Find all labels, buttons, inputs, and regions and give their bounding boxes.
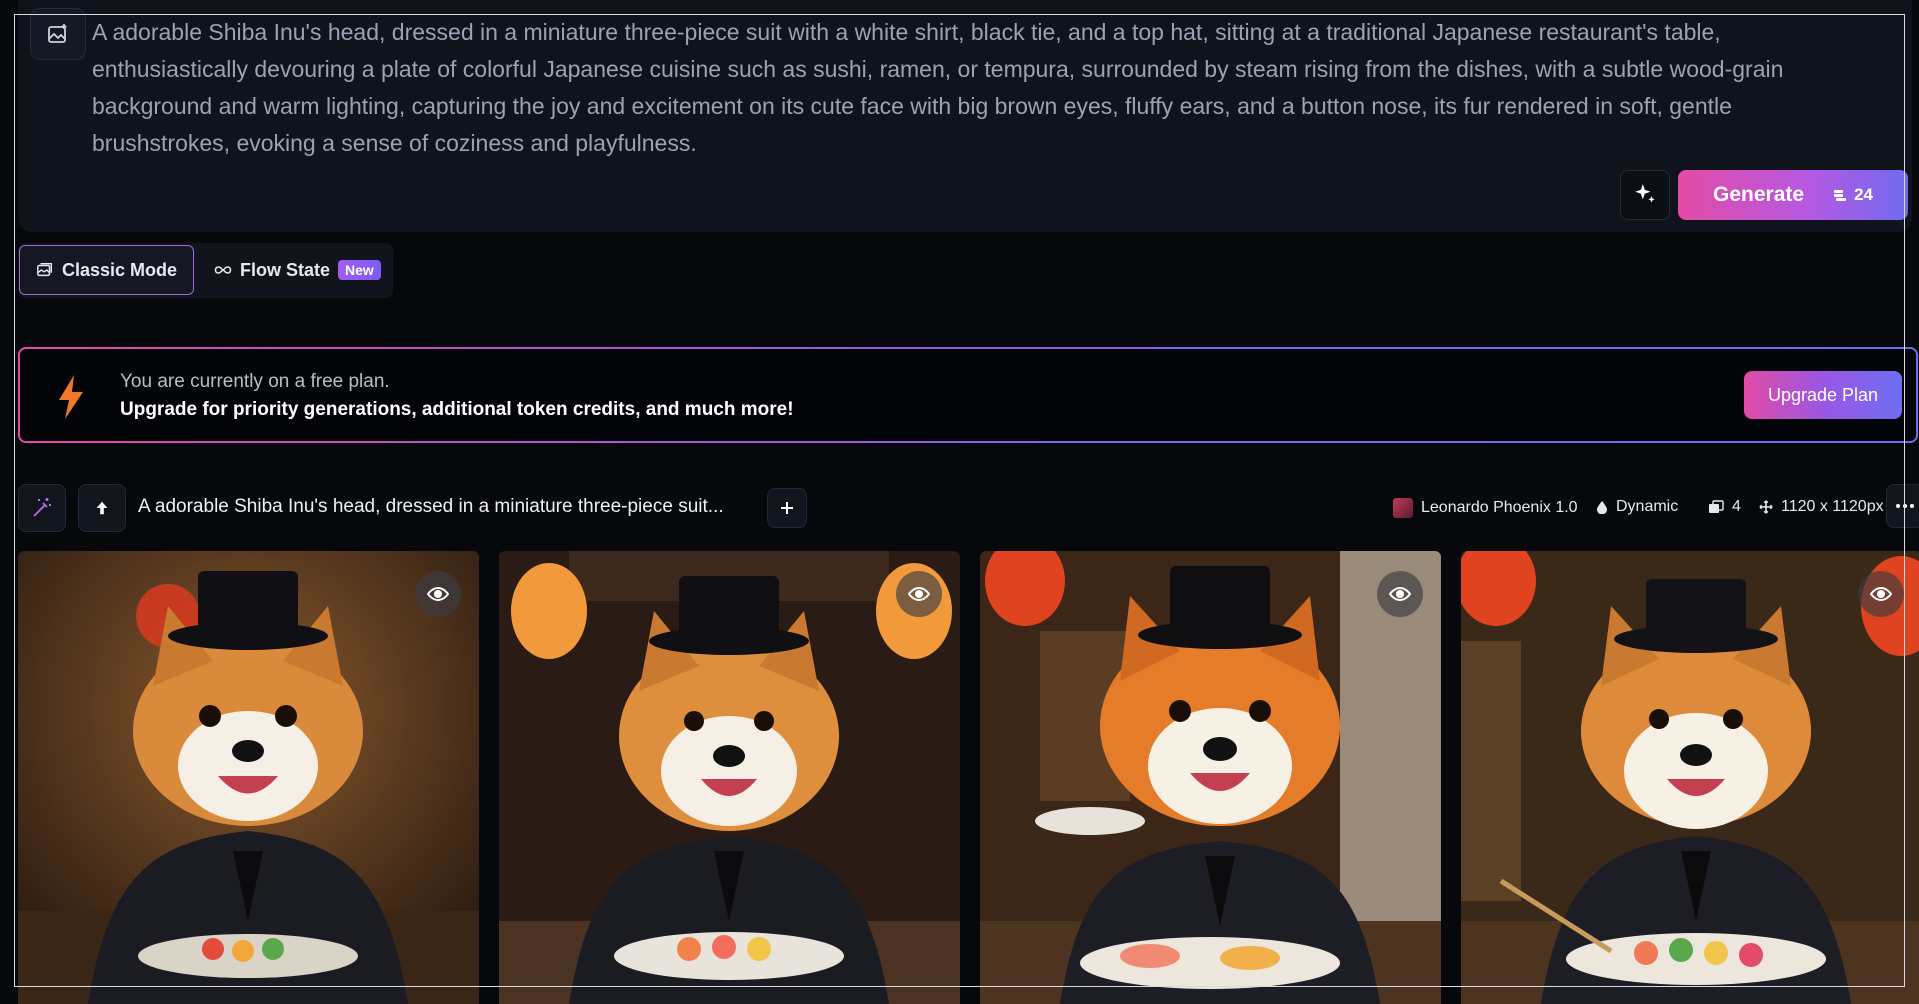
upgrade-plan-button[interactable]: Upgrade Plan [1744, 371, 1902, 419]
gallery-icon [37, 262, 52, 277]
add-button[interactable] [767, 488, 807, 528]
prompt-panel: A adorable Shiba Inu's head, dressed in … [18, 0, 1912, 232]
tab-classic-label: Classic Mode [61, 259, 178, 280]
more-options-button[interactable] [1886, 484, 1919, 528]
image-sparkle-icon[interactable] [30, 8, 86, 60]
sparkles-button[interactable] [1620, 170, 1670, 220]
style-info: Dynamic [1596, 498, 1678, 516]
arrow-up-icon [96, 501, 108, 515]
model-info: Leonardo Phoenix 1.0 [1393, 498, 1578, 518]
drop-icon [1597, 501, 1607, 514]
generated-image-3[interactable] [980, 551, 1441, 1004]
generated-image-2[interactable] [499, 551, 960, 1004]
sparkles-icon [1635, 184, 1655, 203]
prompt-text[interactable]: A adorable Shiba Inu's head, dressed in … [92, 14, 1852, 162]
tab-classic-mode[interactable]: Classic Mode [19, 245, 194, 295]
new-badge: New [338, 260, 381, 280]
lightning-bolt-icon [59, 375, 83, 419]
image-count: 4 [1732, 498, 1741, 515]
image-count-info: 4 [1708, 498, 1741, 516]
tab-flow-label: Flow State [240, 259, 331, 280]
eye-icon[interactable] [1377, 571, 1423, 617]
token-cost-value: 24 [1854, 185, 1873, 204]
magic-wand-button[interactable] [18, 484, 66, 532]
more-horizontal-icon [1896, 504, 1914, 508]
reuse-prompt-button[interactable] [78, 484, 126, 532]
infinity-icon [214, 266, 232, 274]
generated-image-1[interactable] [18, 551, 479, 1004]
mode-switch: Classic Mode Flow State New [18, 243, 393, 298]
generation-title: A adorable Shiba Inu's head, dressed in … [138, 496, 724, 517]
images-icon [1709, 500, 1724, 513]
magic-wand-icon [33, 498, 51, 517]
image-dimensions: 1120 x 1120px [1781, 498, 1884, 515]
model-name: Leonardo Phoenix 1.0 [1421, 499, 1578, 516]
token-cost: 24 [1832, 185, 1873, 205]
eye-icon[interactable] [896, 571, 942, 617]
generated-image-4[interactable] [1461, 551, 1919, 1004]
tab-flow-state[interactable]: Flow State New [214, 245, 389, 295]
dimensions-info: 1120 x 1120px [1759, 498, 1884, 516]
move-arrows-icon [1759, 500, 1773, 514]
generation-header: A adorable Shiba Inu's head, dressed in … [18, 484, 1919, 534]
generate-button[interactable]: Generate 24 [1678, 170, 1908, 220]
token-stack-icon [1834, 190, 1847, 201]
plus-icon [781, 502, 793, 514]
banner-plan-text: You are currently on a free plan. [120, 371, 390, 392]
upgrade-banner: You are currently on a free plan. Upgrad… [18, 347, 1918, 443]
generate-label: Generate [1713, 183, 1805, 206]
banner-upgrade-text: Upgrade for priority generations, additi… [120, 399, 794, 420]
eye-icon[interactable] [1858, 571, 1904, 617]
style-name: Dynamic [1616, 498, 1679, 515]
eye-icon[interactable] [415, 571, 461, 617]
model-thumbnail [1393, 498, 1413, 518]
